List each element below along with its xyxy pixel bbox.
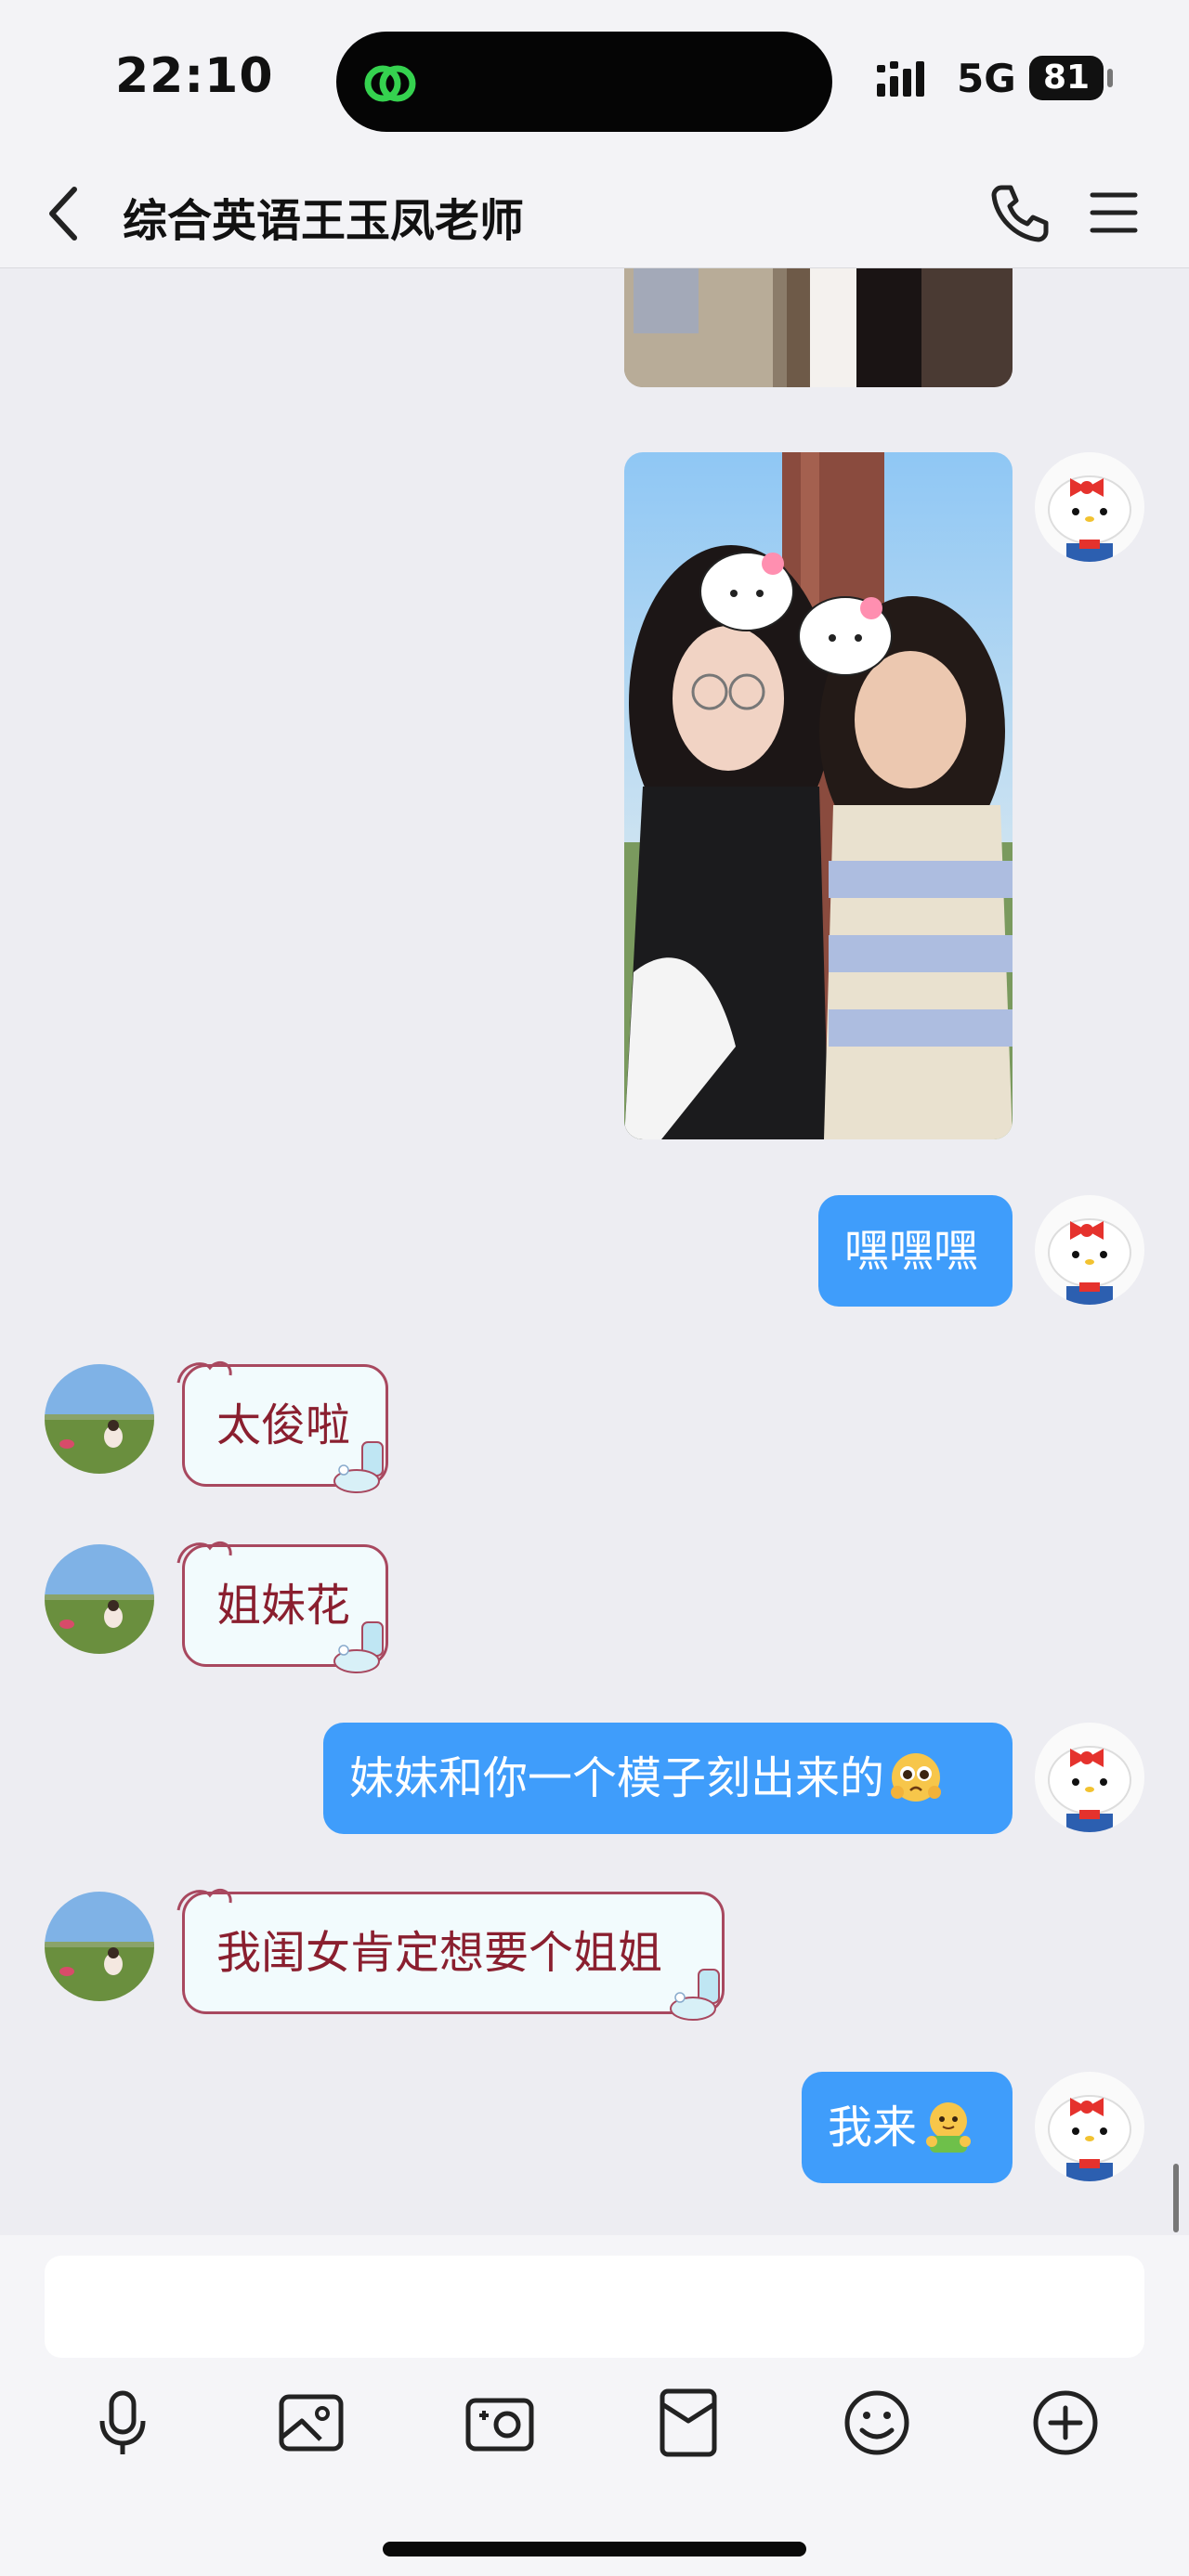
meadow-avatar-image — [45, 1544, 154, 1654]
network-type: 5G — [957, 56, 1016, 101]
contact-message-bubble[interactable]: 我闺女肯定想要个姐姐 — [182, 1892, 725, 2014]
photo-image — [624, 452, 1013, 1139]
input-panel — [0, 2235, 1189, 2576]
message-list[interactable]: 嘿嘿嘿 太俊啦 姐妹花 妹妹和你一个模子刻出来的 我闺女肯定想要个姐姐 我来 — [0, 268, 1189, 2235]
my-avatar[interactable] — [1035, 1723, 1144, 1832]
phone-icon[interactable] — [986, 180, 1052, 245]
message-text: 妹妹和你一个模子刻出来的 — [349, 1752, 885, 1804]
hugging-face-icon — [926, 2102, 972, 2153]
battery-cap — [1107, 69, 1113, 87]
contact-avatar[interactable] — [45, 1364, 154, 1474]
camera-icon[interactable] — [461, 2384, 539, 2462]
hello-kitty-avatar-image — [1035, 1723, 1144, 1832]
soap-bottle-icon — [333, 1621, 384, 1673]
app-activity-icon — [364, 65, 416, 102]
my-message-bubble[interactable]: 我来 — [802, 2072, 1013, 2183]
signal-icon — [877, 61, 924, 97]
message-text: 我来 — [828, 2101, 918, 2153]
contact-avatar[interactable] — [45, 1544, 154, 1654]
soap-bottle-icon — [333, 1441, 384, 1493]
emoji-icon[interactable] — [838, 2384, 916, 2462]
microphone-icon[interactable] — [84, 2384, 162, 2462]
hello-kitty-avatar-image — [1035, 1195, 1144, 1305]
message-photo[interactable] — [624, 452, 1013, 1139]
my-message-bubble[interactable]: 嘿嘿嘿 — [818, 1195, 1013, 1307]
image-icon[interactable] — [272, 2384, 350, 2462]
my-avatar[interactable] — [1035, 1195, 1144, 1305]
bubble-ribbon-icon — [176, 1360, 232, 1384]
scrollbar[interactable] — [1173, 2164, 1179, 2232]
meadow-avatar-image — [45, 1892, 154, 2001]
menu-icon[interactable] — [1081, 180, 1146, 245]
chat-title: 综合英语王玉凤老师 — [123, 195, 525, 247]
my-avatar[interactable] — [1035, 452, 1144, 562]
hello-kitty-avatar-image — [1035, 452, 1144, 562]
my-message-bubble[interactable]: 妹妹和你一个模子刻出来的 — [323, 1723, 1013, 1834]
message-input[interactable] — [45, 2256, 1144, 2358]
battery-level: 81 — [1042, 59, 1091, 97]
chat-header: 综合英语王玉凤老师 — [0, 158, 1189, 268]
photo-image — [624, 268, 1013, 387]
pleading-face-icon — [891, 1753, 942, 1802]
battery-icon: 81 — [1029, 56, 1104, 100]
message-text: 嘿嘿嘿 — [844, 1225, 979, 1277]
dynamic-island — [336, 32, 832, 132]
contact-avatar[interactable] — [45, 1892, 154, 2001]
back-icon[interactable] — [35, 178, 100, 249]
home-indicator[interactable] — [383, 2542, 806, 2556]
message-photo[interactable] — [624, 268, 1013, 387]
hello-kitty-avatar-image — [1035, 2072, 1144, 2181]
message-text: 我闺女肯定想要个姐姐 — [216, 1927, 663, 1979]
meadow-avatar-image — [45, 1364, 154, 1474]
red-envelope-icon[interactable] — [649, 2384, 727, 2462]
soap-bottle-icon — [670, 1969, 720, 2021]
bubble-ribbon-icon — [176, 1541, 232, 1564]
plus-icon[interactable] — [1026, 2384, 1104, 2462]
bubble-ribbon-icon — [176, 1888, 232, 1911]
status-time: 22:10 — [115, 48, 274, 104]
my-avatar[interactable] — [1035, 2072, 1144, 2181]
status-bar: 22:10 5G 81 — [0, 0, 1189, 158]
